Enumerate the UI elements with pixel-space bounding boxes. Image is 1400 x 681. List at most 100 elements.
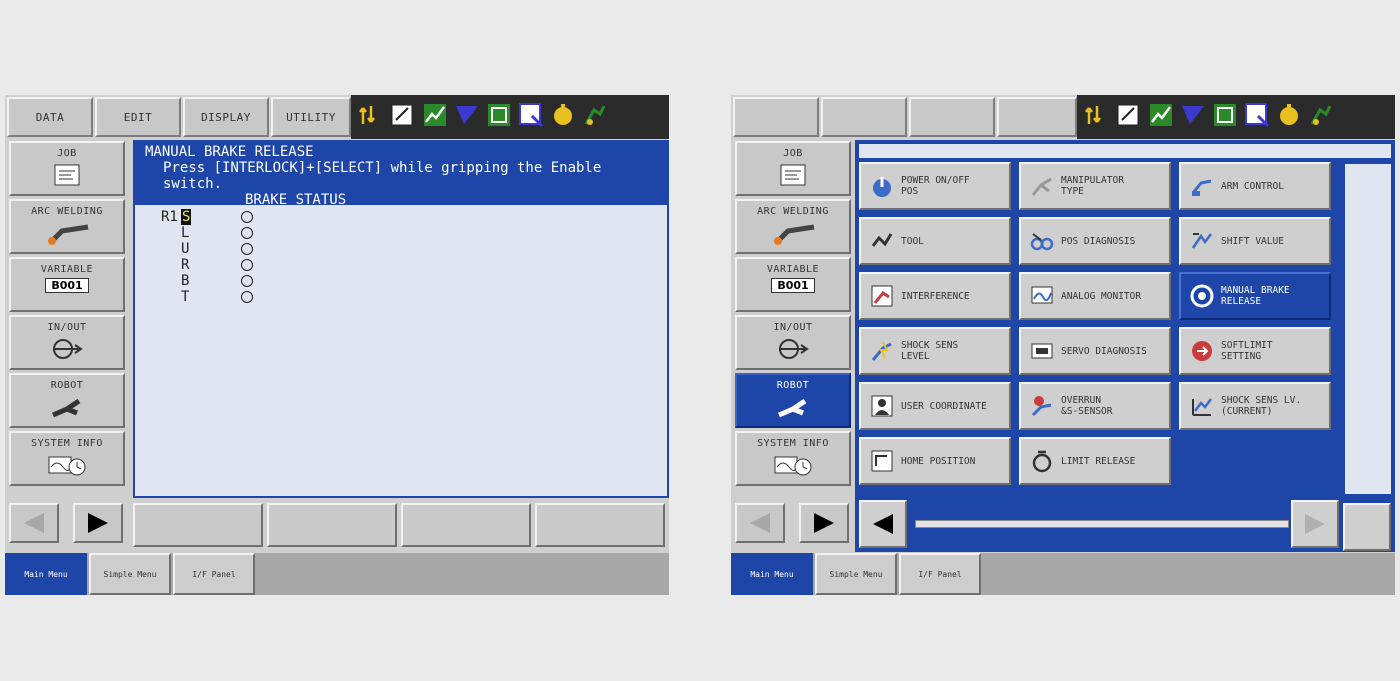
- menu-data[interactable]: DATA: [7, 97, 93, 137]
- sidebar-item-label: SYSTEM INFO: [31, 438, 103, 449]
- menu-blank-4[interactable]: [997, 97, 1077, 137]
- pos-diagnosis-icon: [1030, 233, 1054, 251]
- axis-row-u[interactable]: U: [161, 241, 253, 257]
- tab-simple-menu[interactable]: Simple Menu: [89, 553, 171, 595]
- menu-edit[interactable]: EDIT: [95, 97, 181, 137]
- sidebar-item-variable[interactable]: VARIABLE B001: [9, 257, 125, 312]
- tile-label: HOME POSITION: [901, 455, 976, 467]
- tile-limit-release[interactable]: LIMIT RELEASE: [1019, 437, 1171, 485]
- brake-status-indicator: [241, 275, 253, 287]
- prev-page-button[interactable]: [9, 503, 59, 543]
- arm-control-icon: [1191, 179, 1212, 196]
- robot-arm-icon: [778, 398, 807, 418]
- sidebar-item-label: JOB: [57, 148, 77, 159]
- tile-manual-brake-release[interactable]: MANUAL BRAKE RELEASE: [1179, 272, 1331, 320]
- left-arrow-icon: [873, 514, 893, 534]
- axis-row-l[interactable]: L: [161, 225, 253, 241]
- tile-servo-diagnosis[interactable]: SERVO DIAGNOSIS: [1019, 327, 1171, 375]
- in-out-icon: [53, 339, 83, 359]
- scroll-right-button[interactable]: [1291, 500, 1339, 548]
- tile-pos-diagnosis[interactable]: POS DIAGNOSIS: [1019, 217, 1171, 265]
- tile-shock-sens-level[interactable]: SHOCK SENS LEVEL: [859, 327, 1011, 375]
- sidebar-item-label: VARIABLE: [40, 264, 94, 275]
- function-key-1[interactable]: [133, 503, 263, 547]
- bottom-tab-bar: Main Menu Simple Menu I/F Panel: [731, 553, 1395, 595]
- submenu-side-panel: [1345, 164, 1391, 494]
- tab-if-panel[interactable]: I/F Panel: [173, 553, 255, 595]
- tab-main-menu[interactable]: Main Menu: [5, 553, 87, 595]
- tile-softlimit-setting[interactable]: SOFTLIMIT SETTING: [1179, 327, 1331, 375]
- right-arrow-icon: [88, 513, 108, 533]
- tab-if-panel[interactable]: I/F Panel: [899, 553, 981, 595]
- tile-shift-value[interactable]: SHIFT VALUE: [1179, 217, 1331, 265]
- shock-sens-icon: [871, 341, 892, 361]
- tile-label: ANALOG MONITOR: [1061, 290, 1142, 302]
- function-key-4[interactable]: [535, 503, 665, 547]
- function-key-3[interactable]: [401, 503, 531, 547]
- tile-overrun-s-sensor[interactable]: OVERRUN &S-SENSOR: [1019, 382, 1171, 430]
- brake-status-indicator: [241, 243, 253, 255]
- tile-label: SERVO DIAGNOSIS: [1061, 345, 1147, 357]
- teach-pendant-icon: [1307, 101, 1335, 129]
- function-key-2[interactable]: [267, 503, 397, 547]
- sidebar-item-label: IN/OUT: [47, 322, 87, 333]
- tile-analog-monitor[interactable]: ANALOG MONITOR: [1019, 272, 1171, 320]
- tile-home-position[interactable]: HOME POSITION: [859, 437, 1011, 485]
- tile-tool[interactable]: TOOL: [859, 217, 1011, 265]
- coordinate-icon: [1083, 101, 1111, 129]
- tile-power-on-off-pos[interactable]: POWER ON/OFF POS: [859, 162, 1011, 210]
- sidebar-item-in-out[interactable]: IN/OUT: [9, 315, 125, 370]
- tile-interference[interactable]: INTERFERENCE: [859, 272, 1011, 320]
- sidebar-item-arc-welding[interactable]: ARC WELDING: [9, 199, 125, 254]
- horizontal-scrollbar[interactable]: [859, 500, 1391, 548]
- scroll-track[interactable]: [915, 520, 1289, 528]
- scroll-left-button[interactable]: [859, 500, 907, 548]
- tile-arm-control[interactable]: ARM CONTROL: [1179, 162, 1331, 210]
- next-page-button[interactable]: [73, 503, 123, 543]
- sidebar-item-arc-welding[interactable]: ARC WELDING: [735, 199, 851, 254]
- sidebar-item-variable[interactable]: VARIABLE B001: [735, 257, 851, 312]
- next-page-button[interactable]: [799, 503, 849, 543]
- menu-utility[interactable]: UTILITY: [271, 97, 351, 137]
- corner-button[interactable]: [1343, 503, 1391, 551]
- axis-row-r[interactable]: R: [161, 257, 253, 273]
- status-icon-bar: [351, 95, 669, 139]
- tile-label: POS DIAGNOSIS: [1061, 235, 1136, 247]
- menu-blank-3[interactable]: [909, 97, 995, 137]
- mode-icon: [1179, 101, 1207, 129]
- brake-release-header: MANUAL BRAKE RELEASE Press [INTERLOCK]+[…: [135, 142, 667, 208]
- sidebar-item-robot[interactable]: ROBOT: [9, 373, 125, 428]
- sidebar-item-in-out[interactable]: IN/OUT: [735, 315, 851, 370]
- sidebar-item-job[interactable]: JOB: [735, 141, 851, 196]
- sidebar-item-system-info[interactable]: SYSTEM INFO: [735, 431, 851, 486]
- axis-row-s[interactable]: R1 S: [161, 209, 253, 225]
- tile-manipulator-type[interactable]: MANIPULATOR TYPE: [1019, 162, 1171, 210]
- welding-torch-icon: [48, 224, 89, 245]
- tool-icon: [871, 233, 893, 247]
- menu-display[interactable]: DISPLAY: [183, 97, 269, 137]
- page-title: MANUAL BRAKE RELEASE: [145, 144, 314, 160]
- tile-label: MANUAL BRAKE RELEASE: [1221, 285, 1290, 307]
- tab-main-menu[interactable]: Main Menu: [731, 553, 813, 595]
- tile-label: OVERRUN &S-SENSOR: [1061, 395, 1113, 417]
- sidebar-item-system-info[interactable]: SYSTEM INFO: [9, 431, 125, 486]
- sidebar-item-robot[interactable]: ROBOT: [735, 373, 851, 428]
- tile-label: SHOCK SENS LV. (CURRENT): [1221, 395, 1302, 417]
- tab-simple-menu[interactable]: Simple Menu: [815, 553, 897, 595]
- sidebar-item-job[interactable]: JOB: [9, 141, 125, 196]
- job-status-icon: [1243, 101, 1271, 129]
- axis-row-b[interactable]: B: [161, 273, 253, 289]
- brake-status-header: BRAKE STATUS: [245, 192, 347, 208]
- prev-page-button[interactable]: [735, 503, 785, 543]
- cycle-icon: [485, 101, 513, 129]
- tile-user-coordinate[interactable]: USER COORDINATE: [859, 382, 1011, 430]
- interference-icon: [871, 285, 893, 307]
- home-position-icon: [871, 450, 893, 472]
- sidebar-item-label: ARC WELDING: [31, 206, 103, 217]
- menu-blank-2[interactable]: [821, 97, 907, 137]
- brake-release-panel: MANUAL BRAKE RELEASE Press [INTERLOCK]+[…: [133, 140, 669, 498]
- axis-label: R: [181, 257, 190, 273]
- axis-row-t[interactable]: T: [161, 289, 253, 305]
- tile-shock-sens-lv-current[interactable]: SHOCK SENS LV. (CURRENT): [1179, 382, 1331, 430]
- menu-blank-1[interactable]: [733, 97, 819, 137]
